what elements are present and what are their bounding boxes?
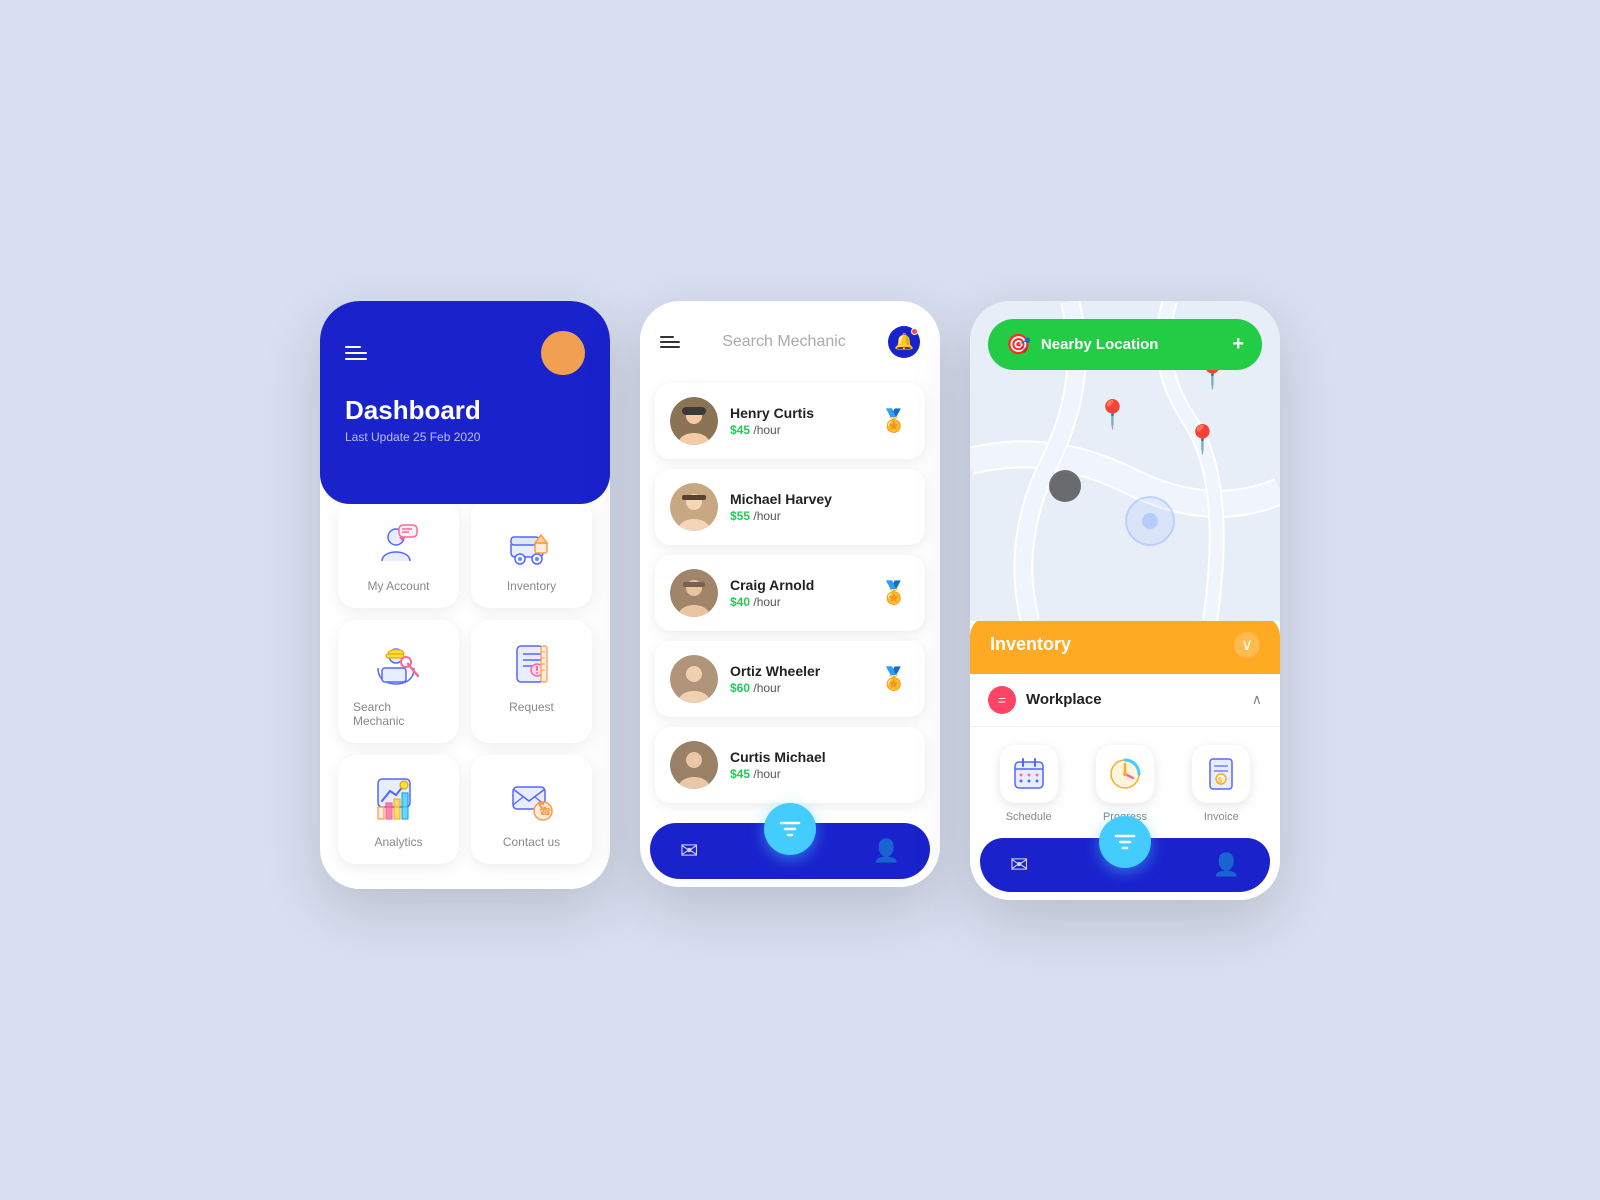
svg-text:$: $ [1218,777,1222,784]
mechanic-name: Curtis Michael [730,749,866,765]
nearby-label: Nearby Location [1041,336,1222,353]
map-screen: 🎯 Nearby Location + 📍 📍 📍 Inventory ∨ = … [970,301,1280,900]
profile-nav-icon-map[interactable]: 👤 [1213,852,1240,878]
mechanic-rate: $55 /hour [730,509,866,523]
mechanic-avatar-henry [670,397,718,445]
request-icon [507,640,557,690]
workplace-label: Workplace [1026,691,1102,708]
map-pin-blue: 📍 [1185,426,1220,454]
dashboard-grid: My Account Inventory [320,484,610,889]
messages-nav-icon-map[interactable]: ✉ [1010,852,1028,878]
award-badge-ortiz: 🏅 [878,663,910,695]
mechanic-info-craig: Craig Arnold $40 /hour [730,577,866,609]
invoice-card[interactable]: $ Invoice [1192,745,1250,823]
mechanic-list: Henry Curtis $45 /hour 🏅 [640,373,940,823]
mechanic-card-ortiz[interactable]: Ortiz Wheeler $60 /hour 🏅 [655,641,925,717]
chevron-down-icon: ∨ [1234,632,1260,658]
my-account-label: My Account [367,579,429,593]
schedule-card[interactable]: Schedule [1000,745,1058,823]
workplace-left: = Workplace [988,686,1102,714]
mechanic-card-henry[interactable]: Henry Curtis $45 /hour 🏅 [655,383,925,459]
search-screen: Search Mechanic 🔔 Henry Curtis [640,301,940,887]
add-location-icon: + [1232,333,1244,356]
dashboard-screen: Dashboard Last Update 25 Feb 2020 My Acc… [320,301,610,889]
bottom-nav-search: ✉ 👤 [650,823,930,879]
contact-icon: ☎ [507,775,557,825]
inventory-label: Inventory [507,579,556,593]
mechanic-card-curtis[interactable]: Curtis Michael $45 /hour [655,727,925,803]
filter-fab-map[interactable] [1099,816,1151,868]
header-top [345,331,585,375]
my-account-card[interactable]: My Account [338,499,459,608]
profile-nav-icon[interactable]: 👤 [873,838,900,864]
mechanic-name: Craig Arnold [730,577,866,593]
avatar[interactable] [541,331,585,375]
mechanic-rate: $40 /hour [730,595,866,609]
mechanic-info-michael: Michael Harvey $55 /hour [730,491,866,523]
map-area: 🎯 Nearby Location + 📍 📍 📍 [970,301,1280,621]
search-title: Search Mechanic [722,333,846,351]
request-card[interactable]: Request [471,620,592,743]
mechanic-name: Ortiz Wheeler [730,663,866,679]
inventory-header[interactable]: Inventory ∨ [970,616,1280,674]
award-badge-curtis [878,749,910,781]
mechanic-avatar-craig [670,569,718,617]
progress-card[interactable]: Progress [1096,745,1154,823]
search-mechanic-card[interactable]: Search Mechanic [338,620,459,743]
inventory-icon [507,519,557,569]
mechanic-rate: $45 /hour [730,423,866,437]
my-account-icon [374,519,424,569]
bottom-nav-map: ✉ 👤 [980,838,1270,892]
mechanic-avatar-michael [670,483,718,531]
search-mechanic-icon [374,640,424,690]
mechanic-name: Henry Curtis [730,405,866,421]
mechanic-rate: $60 /hour [730,681,866,695]
workplace-icon: = [988,686,1016,714]
dashboard-title: Dashboard [345,395,585,426]
location-icon: 🎯 [1006,332,1031,357]
contact-card[interactable]: ☎ Contact us [471,755,592,864]
inventory-card[interactable]: Inventory [471,499,592,608]
mechanic-card-craig[interactable]: Craig Arnold $40 /hour 🏅 [655,555,925,631]
mechanic-name: Michael Harvey [730,491,866,507]
notification-badge [911,328,918,335]
workplace-section: = Workplace ∧ [970,674,1280,727]
menu-icon[interactable] [345,346,367,360]
schedule-label: Schedule [1006,811,1052,823]
invoice-label: Invoice [1204,811,1239,823]
award-badge-henry: 🏅 [878,405,910,437]
request-label: Request [509,700,554,714]
analytics-card[interactable]: Analytics [338,755,459,864]
award-badge-michael [878,491,910,523]
analytics-icon [374,775,424,825]
mechanic-rate: $45 /hour [730,767,866,781]
filter-fab[interactable] [764,803,816,855]
menu-icon[interactable] [660,336,680,348]
mechanic-avatar-ortiz [670,655,718,703]
mechanic-avatar-curtis [670,741,718,789]
schedule-icon [1000,745,1058,803]
map-pin-pink: 📍 [1095,401,1130,429]
contact-label: Contact us [503,835,560,849]
map-bottom-panel: Inventory ∨ = Workplace ∧ [970,616,1280,892]
messages-nav-icon[interactable]: ✉ [680,838,698,864]
notification-icon[interactable]: 🔔 [888,326,920,358]
award-badge-craig: 🏅 [878,577,910,609]
invoice-icon: $ [1192,745,1250,803]
progress-icon [1096,745,1154,803]
mechanic-info-curtis: Curtis Michael $45 /hour [730,749,866,781]
mechanic-info-ortiz: Ortiz Wheeler $60 /hour [730,663,866,695]
mechanic-info-henry: Henry Curtis $45 /hour [730,405,866,437]
mechanic-card-michael[interactable]: Michael Harvey $55 /hour [655,469,925,545]
nearby-location-button[interactable]: 🎯 Nearby Location + [988,319,1262,370]
svg-text:☎: ☎ [539,807,551,818]
dashboard-subtitle: Last Update 25 Feb 2020 [345,430,585,444]
chevron-up-icon: ∧ [1252,691,1262,708]
search-mechanic-label: Search Mechanic [353,700,444,728]
dashboard-header: Dashboard Last Update 25 Feb 2020 [320,301,610,504]
analytics-label: Analytics [374,835,422,849]
search-header: Search Mechanic 🔔 [640,301,940,373]
screens-container: Dashboard Last Update 25 Feb 2020 My Acc… [320,301,1280,900]
inventory-title: Inventory [990,634,1071,655]
